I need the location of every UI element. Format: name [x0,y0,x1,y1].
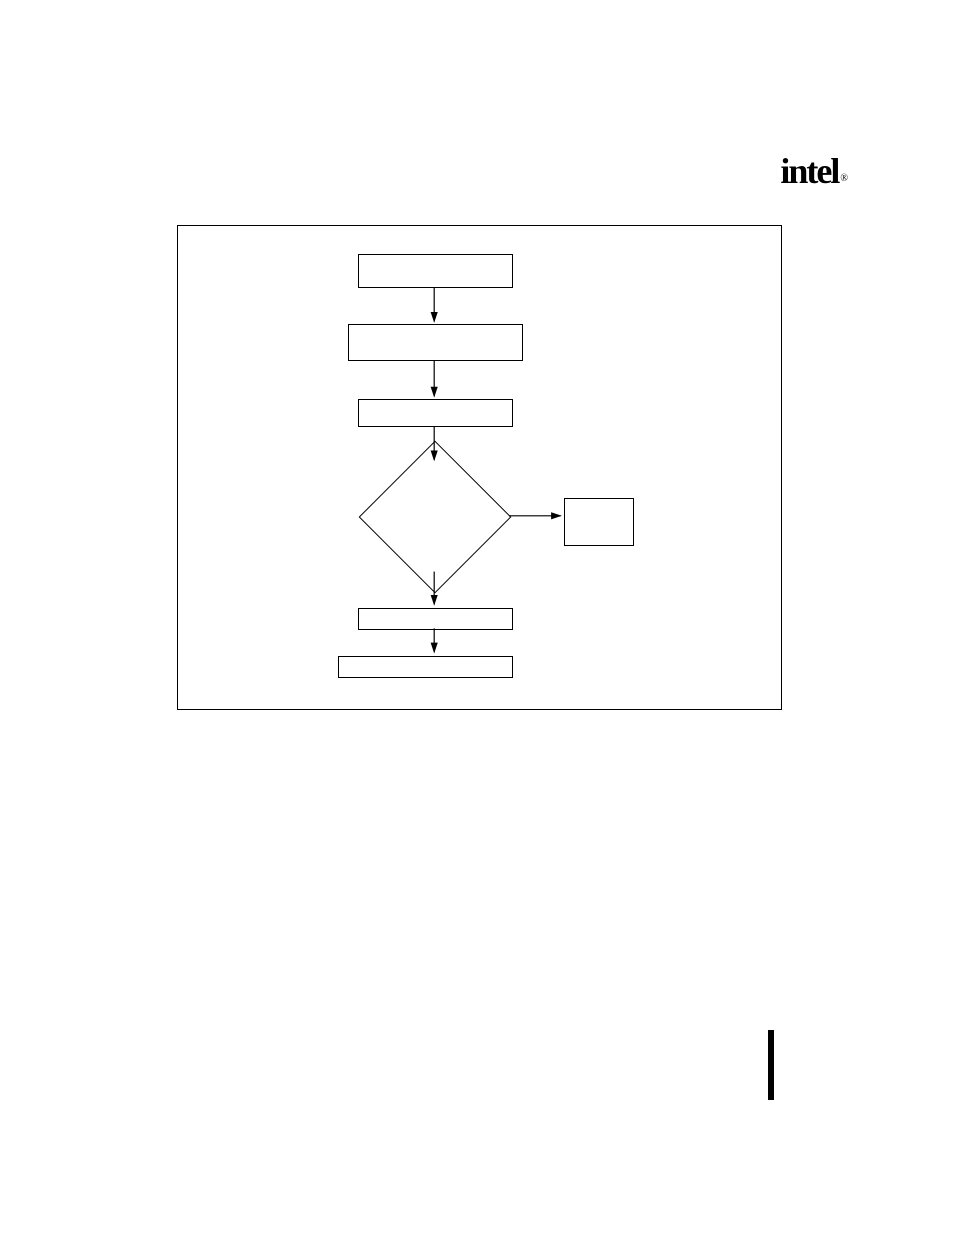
flowchart [178,226,781,709]
flow-arrows [178,226,781,709]
flowchart-frame [177,225,782,710]
logo-text: intel [780,151,838,191]
process-box-5 [338,656,513,678]
registered-mark: ® [840,173,846,184]
process-box-4 [358,608,513,630]
process-box-1 [358,254,513,288]
process-box-3 [358,399,513,427]
vertical-bar [768,1030,774,1100]
output-box [564,498,634,546]
process-box-2 [348,324,523,361]
decision-diamond [359,441,512,594]
intel-logo: intel® [780,150,844,192]
